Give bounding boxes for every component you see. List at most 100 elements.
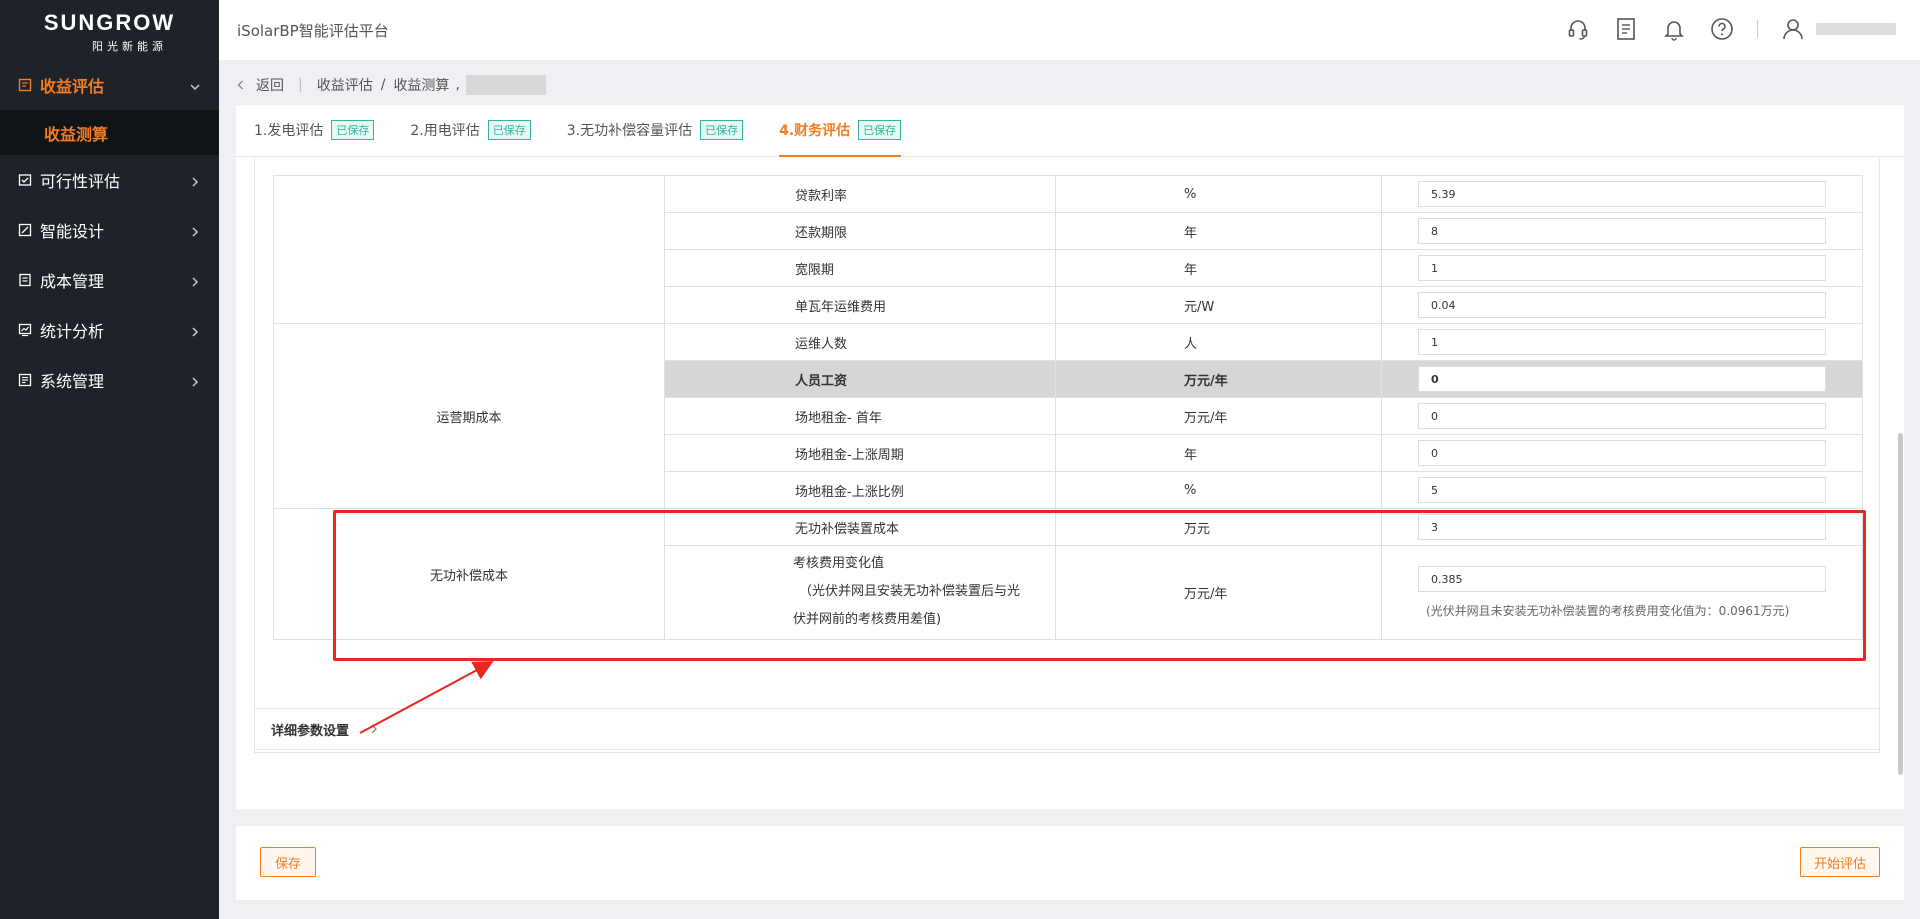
- param-unit: 年: [1055, 434, 1382, 472]
- chevron-left-icon: [237, 80, 243, 90]
- sidebar-subitem-revenue-calculation[interactable]: 收益测算: [0, 110, 219, 155]
- sidebar-item-statistics[interactable]: 统计分析: [0, 305, 219, 355]
- param-name: 运维人数: [664, 323, 1056, 361]
- tab-label: 1.发电评估: [254, 123, 324, 139]
- site-rent-increase-cycle-input[interactable]: 0: [1418, 440, 1826, 466]
- om-cost-per-watt-input[interactable]: 0.04: [1418, 292, 1826, 318]
- tab-consumption-evaluation[interactable]: 2.用电评估 已保存: [410, 104, 531, 156]
- param-unit: 万元/年: [1055, 397, 1382, 435]
- tab-financial-evaluation[interactable]: 4.财务评估 已保存: [779, 104, 902, 157]
- checklist-icon: [18, 173, 32, 187]
- start-evaluation-button[interactable]: 开始评估: [1800, 847, 1880, 877]
- saved-badge: 已保存: [331, 120, 375, 140]
- notification-bell-icon[interactable]: [1661, 16, 1687, 42]
- evaluation-tabs: 1.发电评估 已保存 2.用电评估 已保存 3.无功补偿容量评估 已保存 4.财…: [236, 105, 1904, 157]
- document-icon: [18, 373, 32, 387]
- chevron-right-icon: [189, 173, 201, 187]
- back-link[interactable]: 返回: [236, 75, 284, 95]
- param-name: 场地租金-上涨比例: [664, 471, 1056, 509]
- param-name: 宽限期: [664, 249, 1056, 287]
- main-panel: 1.发电评估 已保存 2.用电评估 已保存 3.无功补偿容量评估 已保存 4.财…: [236, 105, 1904, 809]
- sidebar-item-cost-management[interactable]: 成本管理: [0, 255, 219, 305]
- detail-settings-label: 详细参数设置: [271, 723, 350, 739]
- detail-settings-toggle[interactable]: 详细参数设置: [254, 708, 1880, 750]
- tab-generation-evaluation[interactable]: 1.发电评估 已保存: [254, 104, 375, 156]
- sidebar-item-smart-design[interactable]: 智能设计: [0, 205, 219, 255]
- sidebar-item-revenue-evaluation[interactable]: 收益评估: [0, 60, 219, 110]
- user-name-redacted[interactable]: [1816, 23, 1896, 35]
- save-button[interactable]: 保存: [260, 847, 316, 877]
- chevron-right-icon: [189, 223, 201, 237]
- sidebar-item-feasibility[interactable]: 可行性评估: [0, 155, 219, 205]
- breadcrumb-item[interactable]: 收益评估: [317, 75, 373, 95]
- ledger-icon: [18, 273, 32, 287]
- param-unit: %: [1055, 471, 1382, 509]
- param-unit: %: [1055, 175, 1382, 213]
- tab-label: 4.财务评估: [779, 123, 851, 139]
- top-header: iSolarBP智能评估平台: [219, 0, 1920, 60]
- app-title: iSolarBP智能评估平台: [237, 22, 389, 40]
- vertical-scrollbar[interactable]: [1898, 433, 1903, 775]
- user-avatar-icon[interactable]: [1780, 16, 1806, 42]
- loan-rate-input[interactable]: 5.39: [1418, 181, 1826, 207]
- breadcrumb-separator: |: [298, 77, 303, 93]
- sidebar-item-label: 系统管理: [40, 372, 105, 391]
- breadcrumb-tail: ,: [455, 77, 460, 93]
- tab-reactive-compensation[interactable]: 3.无功补偿容量评估 已保存: [566, 104, 744, 156]
- chevron-down-icon: [189, 78, 201, 91]
- headset-support-icon[interactable]: [1565, 16, 1591, 42]
- param-name: 还款期限: [664, 212, 1056, 250]
- param-name: 人员工资: [664, 360, 1056, 398]
- saved-badge: 已保存: [700, 120, 744, 140]
- site-rent-increase-rate-input[interactable]: 5: [1418, 477, 1826, 503]
- saved-badge: 已保存: [858, 120, 902, 140]
- brand-subtitle: 阳光新能源: [92, 40, 167, 53]
- brand-logo: SUNGROW 阳光新能源: [0, 0, 219, 60]
- param-unit: 人: [1055, 323, 1382, 361]
- sidebar-item-label: 可行性评估: [40, 172, 121, 191]
- table-row: 运营期成本 运维人数 人 1: [273, 323, 1863, 509]
- footer-bar: 保存 开始评估: [236, 826, 1904, 900]
- grace-period-input[interactable]: 1: [1418, 255, 1826, 281]
- breadcrumb-slash: /: [380, 77, 386, 93]
- param-unit: 万元/年: [1055, 360, 1382, 398]
- om-staff-count-input[interactable]: 1: [1418, 329, 1826, 355]
- sidebar-item-system-management[interactable]: 系统管理: [0, 355, 219, 405]
- back-label: 返回: [256, 78, 284, 94]
- report-icon: [18, 78, 32, 92]
- design-icon: [18, 223, 32, 237]
- chart-icon: [18, 323, 32, 337]
- group-cell-blank: [273, 175, 665, 324]
- tab-label: 2.用电评估: [410, 123, 480, 139]
- document-list-icon[interactable]: [1613, 16, 1639, 42]
- sidebar-item-label: 成本管理: [40, 272, 105, 291]
- group-label-operating-cost: 运营期成本: [273, 323, 665, 509]
- header-toolbar: [1543, 16, 1896, 42]
- chevron-right-icon: [371, 724, 377, 734]
- site-rent-first-year-input[interactable]: 0: [1418, 403, 1826, 429]
- help-question-icon[interactable]: [1709, 16, 1735, 42]
- param-name: 贷款利率: [664, 175, 1056, 213]
- param-name: 单瓦年运维费用: [664, 286, 1056, 324]
- annotation-highlight-box: [333, 510, 1866, 661]
- sidebar-item-label: 统计分析: [40, 322, 105, 341]
- sidebar-item-label: 收益评估: [40, 77, 105, 96]
- breadcrumb: 返回 | 收益评估 / 收益测算 ,: [236, 74, 546, 96]
- breadcrumb-item[interactable]: 收益测算: [393, 75, 449, 95]
- param-name: 场地租金- 首年: [664, 397, 1056, 435]
- staff-salary-input[interactable]: 0: [1418, 366, 1826, 392]
- chevron-right-icon: [189, 273, 201, 287]
- repayment-term-input[interactable]: 8: [1418, 218, 1826, 244]
- param-unit: 年: [1055, 249, 1382, 287]
- redacted-project-name: [465, 75, 546, 95]
- chevron-right-icon: [189, 373, 201, 387]
- chevron-right-icon: [189, 323, 201, 337]
- table-row: 贷款利率 % 5.39: [273, 175, 1863, 324]
- param-unit: 元/W: [1055, 286, 1382, 324]
- param-name: 场地租金-上涨周期: [664, 434, 1056, 472]
- brand-name: SUNGROW: [43, 10, 176, 35]
- financial-scroll-area[interactable]: 贷款利率 % 5.39 还款期限 年 8 宽限期 年 1 单瓦年运维费用 元/W: [236, 158, 1904, 809]
- saved-badge: 已保存: [487, 120, 531, 140]
- sidebar: SUNGROW 阳光新能源 收益评估 收益测算 可行性评估 智能设计 成本管理 …: [0, 0, 219, 919]
- tab-label: 3.无功补偿容量评估: [566, 123, 693, 139]
